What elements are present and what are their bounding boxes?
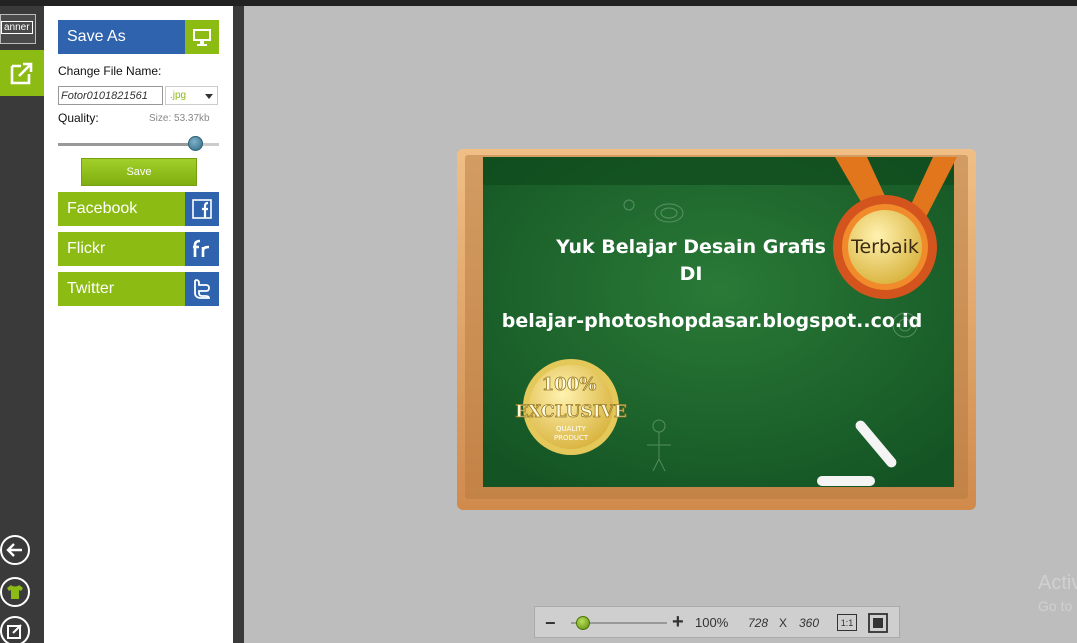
- activation-watermark: Activ: [1038, 572, 1077, 594]
- actual-size-button[interactable]: 1:1: [837, 614, 857, 631]
- facebook-label: Facebook: [67, 200, 138, 217]
- export-panel: Save As Change File Name: .jpg Quality: …: [44, 6, 233, 643]
- chevron-down-icon: [205, 94, 213, 99]
- save-as-label: Save As: [67, 28, 126, 45]
- badge-percent: 100%: [542, 374, 597, 395]
- size-value: 53.37kb: [174, 113, 210, 124]
- tshirt-tool[interactable]: [0, 577, 30, 607]
- change-file-name-label: Change File Name:: [58, 64, 162, 78]
- zoom-out-button[interactable]: −: [545, 613, 556, 634]
- export-tool[interactable]: [0, 50, 44, 96]
- export-icon: [10, 62, 33, 85]
- file-size: Size: 53.37kb: [149, 113, 210, 124]
- file-extension-select[interactable]: .jpg: [165, 86, 218, 105]
- save-button[interactable]: Save: [81, 158, 197, 186]
- board-subheadline: DI: [680, 263, 703, 285]
- file-extension-value: .jpg: [170, 90, 187, 101]
- save-as-button[interactable]: Save As: [58, 20, 219, 54]
- badge-product: PRODUCT: [554, 434, 589, 442]
- left-tool-rail: anner: [0, 6, 44, 643]
- edit-icon: [7, 624, 22, 639]
- file-name-input[interactable]: [58, 86, 163, 105]
- panel-divider: [233, 6, 244, 643]
- board-headline: Yuk Belajar Desain Grafis: [555, 236, 826, 258]
- back-button[interactable]: [0, 535, 30, 565]
- share-twitter-button[interactable]: Twitter: [58, 272, 219, 306]
- quality-slider-handle[interactable]: [187, 136, 203, 151]
- board-url: belajar-photoshopdasar.blogspot..co.id: [502, 310, 923, 332]
- flickr-icon: [185, 232, 219, 266]
- banner-tool[interactable]: anner: [0, 14, 36, 44]
- edit-tool[interactable]: [0, 616, 30, 643]
- monitor-icon: [185, 20, 219, 54]
- zoom-toolbar: − + 100% 728 X 360 1:1: [534, 606, 900, 638]
- facebook-icon: [185, 192, 219, 226]
- badge-exclusive: EXCLUSIVE: [515, 402, 627, 422]
- image-height: 360: [799, 616, 820, 630]
- image-width: 728: [748, 616, 769, 630]
- size-label: Size:: [149, 113, 172, 124]
- canvas-image[interactable]: Terbaik 100% EXCLUSIVE QUALITY PRODUCT Y…: [457, 149, 976, 510]
- terbaik-medal: Terbaik: [833, 195, 937, 299]
- actual-size-icon: 1:1: [840, 617, 854, 628]
- twitter-label: Twitter: [67, 280, 115, 297]
- tshirt-icon: [7, 585, 23, 599]
- dimension-separator: X: [779, 616, 788, 630]
- twitter-icon: [185, 272, 219, 306]
- zoom-in-button[interactable]: +: [672, 611, 684, 634]
- zoom-slider-handle[interactable]: [576, 616, 591, 630]
- banner-label: anner: [1, 21, 33, 34]
- zoom-level: 100%: [695, 615, 729, 630]
- back-arrow-icon: [6, 543, 22, 557]
- badge-quality: QUALITY: [556, 425, 587, 433]
- quality-label: Quality:: [58, 111, 99, 125]
- flickr-label: Flickr: [67, 240, 106, 257]
- share-flickr-button[interactable]: Flickr: [58, 232, 219, 266]
- fit-screen-icon: [868, 613, 888, 633]
- medal-text: Terbaik: [850, 236, 919, 258]
- share-facebook-button[interactable]: Facebook: [58, 192, 219, 226]
- quality-slider-fill: [58, 143, 195, 146]
- activation-watermark-sub: Go to: [1038, 598, 1073, 614]
- fit-to-screen-button[interactable]: [867, 612, 889, 637]
